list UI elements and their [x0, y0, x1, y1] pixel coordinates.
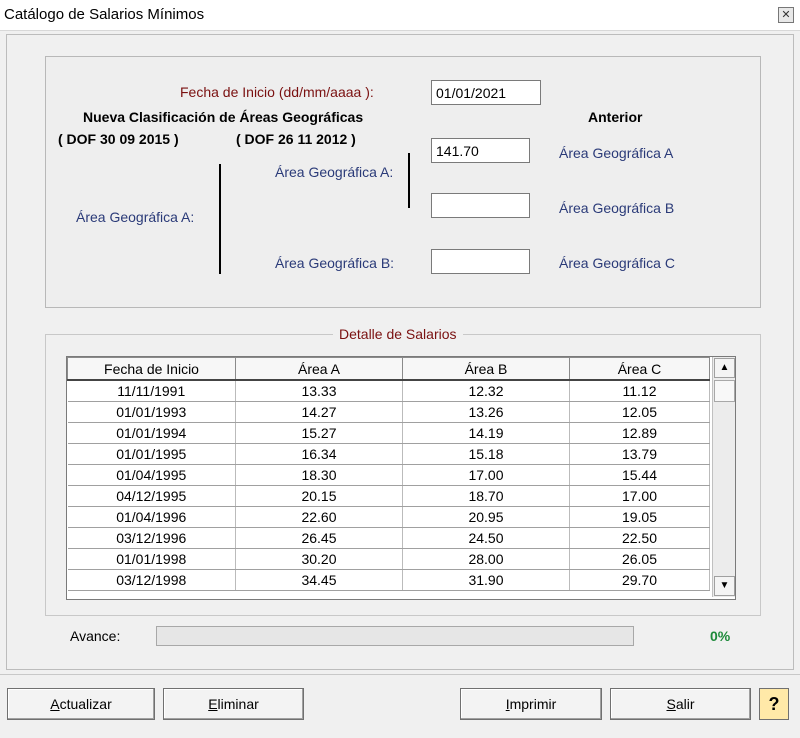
- anterior-heading: Anterior: [588, 109, 643, 125]
- cell-fecha: 01/01/1994: [67, 422, 236, 444]
- bracket-line-mid: [408, 153, 410, 208]
- cell-area-b: 17.00: [402, 464, 570, 486]
- cell-area-a: 30.20: [235, 548, 403, 570]
- cell-area-b: 20.95: [402, 506, 570, 528]
- cell-fecha: 01/01/1998: [67, 548, 236, 570]
- avance-label: Avance:: [70, 628, 121, 644]
- cell-area-c: 19.05: [569, 506, 710, 528]
- table-row[interactable]: 04/12/1995 20.15 18.70 17.00: [67, 485, 710, 507]
- imprimir-label: mprimir: [509, 696, 557, 712]
- avance-percent: 0%: [710, 628, 731, 644]
- eliminar-button[interactable]: Eliminar: [163, 688, 304, 720]
- cell-fecha: 03/12/1998: [67, 569, 236, 591]
- area-a-old-label: Área Geográfica A:: [275, 164, 394, 180]
- cell-fecha: 01/01/1993: [67, 401, 236, 423]
- dof-2012-label: ( DOF 26 11 2012 ): [236, 131, 356, 147]
- table-row[interactable]: 01/04/1996 22.60 20.95 19.05: [67, 506, 710, 528]
- scrollbar-thumb[interactable]: [714, 380, 735, 402]
- area-b-amount-input[interactable]: [431, 193, 530, 218]
- area-a-amount-input[interactable]: [431, 138, 530, 163]
- cell-area-b: 14.19: [402, 422, 570, 444]
- cell-area-a: 18.30: [235, 464, 403, 486]
- fecha-inicio-label: Fecha de Inicio (dd/mm/aaaa ):: [180, 84, 374, 100]
- detalle-salarios-title: Detalle de Salarios: [333, 326, 463, 342]
- avance-progress-bar: [156, 626, 634, 646]
- cell-area-b: 13.26: [402, 401, 570, 423]
- cell-fecha: 03/12/1996: [67, 527, 236, 549]
- cell-area-a: 22.60: [235, 506, 403, 528]
- cell-area-a: 20.15: [235, 485, 403, 507]
- actualizar-button[interactable]: Actualizar: [7, 688, 155, 720]
- cell-area-b: 28.00: [402, 548, 570, 570]
- close-icon[interactable]: ✕: [778, 7, 794, 23]
- actualizar-label: ctualizar: [59, 696, 112, 712]
- cell-area-b: 18.70: [402, 485, 570, 507]
- cell-fecha: 04/12/1995: [67, 485, 236, 507]
- cell-area-c: 17.00: [569, 485, 710, 507]
- column-header-area-c[interactable]: Área C: [569, 357, 710, 381]
- table-header-row: Fecha de Inicio Área A Área B Área C: [67, 357, 710, 381]
- cell-fecha: 01/04/1996: [67, 506, 236, 528]
- cell-area-a: 16.34: [235, 443, 403, 465]
- cell-fecha: 01/04/1995: [67, 464, 236, 486]
- cell-area-c: 29.70: [569, 569, 710, 591]
- cell-area-c: 13.79: [569, 443, 710, 465]
- bracket-line-left: [219, 164, 221, 274]
- salarios-table: Fecha de Inicio Área A Área B Área C 11/…: [67, 357, 710, 591]
- area-a-new-label: Área Geográfica A:: [76, 209, 195, 225]
- bottom-separator: [0, 674, 800, 675]
- cell-area-c: 11.12: [569, 380, 710, 402]
- fecha-inicio-input[interactable]: [431, 80, 541, 105]
- cell-area-a: 15.27: [235, 422, 403, 444]
- cell-area-c: 26.05: [569, 548, 710, 570]
- table-row[interactable]: 03/12/1996 26.45 24.50 22.50: [67, 527, 710, 549]
- salir-button[interactable]: Salir: [610, 688, 751, 720]
- cell-area-a: 13.33: [235, 380, 403, 402]
- cell-fecha: 01/01/1995: [67, 443, 236, 465]
- table-row[interactable]: 03/12/1998 34.45 31.90 29.70: [67, 569, 710, 591]
- cell-area-a: 14.27: [235, 401, 403, 423]
- area-b-old-label: Área Geográfica B:: [275, 255, 395, 271]
- dof-2015-label: ( DOF 30 09 2015 ): [58, 131, 179, 147]
- cell-area-c: 12.89: [569, 422, 710, 444]
- cell-area-b: 31.90: [402, 569, 570, 591]
- title-bar: Catálogo de Salarios Mínimos ✕: [0, 0, 800, 31]
- column-header-fecha[interactable]: Fecha de Inicio: [67, 357, 236, 381]
- anterior-area-a-label: Área Geográfica A: [559, 145, 674, 161]
- eliminar-label: liminar: [217, 696, 259, 712]
- cell-area-b: 24.50: [402, 527, 570, 549]
- cell-area-c: 22.50: [569, 527, 710, 549]
- scroll-up-icon[interactable]: ▲: [714, 358, 735, 378]
- column-header-area-a[interactable]: Área A: [235, 357, 403, 381]
- cell-area-c: 15.44: [569, 464, 710, 486]
- salarios-grid[interactable]: Fecha de Inicio Área A Área B Área C 11/…: [66, 356, 736, 600]
- anterior-area-c-label: Área Geográfica C: [559, 255, 675, 271]
- cell-area-c: 12.05: [569, 401, 710, 423]
- table-row[interactable]: 11/11/1991 13.33 12.32 11.12: [67, 380, 710, 402]
- eliminar-access-key: E: [208, 696, 218, 712]
- table-row[interactable]: 01/01/1994 15.27 14.19 12.89: [67, 422, 710, 444]
- scroll-down-icon[interactable]: ▼: [714, 576, 735, 596]
- salir-label: alir: [675, 696, 695, 712]
- nueva-clasificacion-heading: Nueva Clasificación de Áreas Geográficas: [83, 109, 364, 125]
- table-row[interactable]: 01/01/1995 16.34 15.18 13.79: [67, 443, 710, 465]
- vertical-scrollbar[interactable]: ▲ ▼: [712, 357, 735, 597]
- salir-access-key: S: [666, 696, 676, 712]
- imprimir-button[interactable]: Imprimir: [460, 688, 602, 720]
- table-row[interactable]: 01/04/1995 18.30 17.00 15.44: [67, 464, 710, 486]
- cell-area-a: 26.45: [235, 527, 403, 549]
- window-title: Catálogo de Salarios Mínimos: [4, 6, 205, 23]
- cell-area-b: 12.32: [402, 380, 570, 402]
- cell-area-b: 15.18: [402, 443, 570, 465]
- actualizar-access-key: A: [50, 696, 60, 712]
- column-header-area-b[interactable]: Área B: [402, 357, 570, 381]
- cell-fecha: 11/11/1991: [67, 380, 236, 402]
- cell-area-a: 34.45: [235, 569, 403, 591]
- table-row[interactable]: 01/01/1998 30.20 28.00 26.05: [67, 548, 710, 570]
- anterior-area-b-label: Área Geográfica B: [559, 200, 675, 216]
- area-c-amount-input[interactable]: [431, 249, 530, 274]
- table-row[interactable]: 01/01/1993 14.27 13.26 12.05: [67, 401, 710, 423]
- help-icon[interactable]: ?: [759, 688, 789, 720]
